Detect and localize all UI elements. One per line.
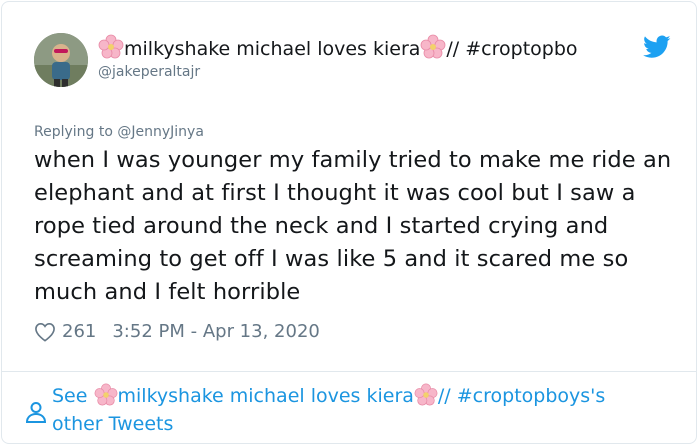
user-handle[interactable]: @jakeperaltajr [98, 62, 200, 82]
reply-mention-link[interactable]: @JennyJinya [117, 124, 204, 140]
divider [2, 371, 696, 372]
cherry-blossom-icon [420, 34, 446, 60]
footer-suffix: other Tweets [52, 413, 174, 435]
see-label: See [52, 385, 88, 407]
display-name[interactable]: milkyshake michael loves kiera // #cropt… [98, 34, 658, 62]
display-name-part2: // #croptopbo [446, 38, 578, 60]
cherry-blossom-icon [98, 34, 124, 60]
tweet-text: when I was younger my family tried to ma… [34, 147, 672, 305]
footer-name-part1: milkyshake michael loves kiera [117, 385, 414, 407]
twitter-bird-icon[interactable] [643, 35, 671, 59]
reply-context: Replying to @JennyJinya [34, 122, 204, 142]
timestamp-link[interactable]: 3:52 PM - Apr 13, 2020 [112, 319, 319, 345]
cherry-blossom-icon [414, 383, 438, 407]
cherry-blossom-icon [94, 383, 118, 407]
tweet-meta: 261 3:52 PM - Apr 13, 2020 [34, 319, 320, 345]
avatar-image [34, 33, 88, 87]
person-icon [24, 400, 48, 424]
tweet-card: milkyshake michael loves kiera // #cropt… [1, 1, 697, 444]
footer-name-part2: // #croptopboys's [437, 385, 606, 407]
like-count[interactable]: 261 [62, 319, 96, 345]
heart-icon[interactable] [34, 322, 56, 342]
display-name-part1: milkyshake michael loves kiera [124, 38, 421, 60]
reply-prefix: Replying to [34, 124, 113, 140]
avatar[interactable] [34, 33, 88, 87]
